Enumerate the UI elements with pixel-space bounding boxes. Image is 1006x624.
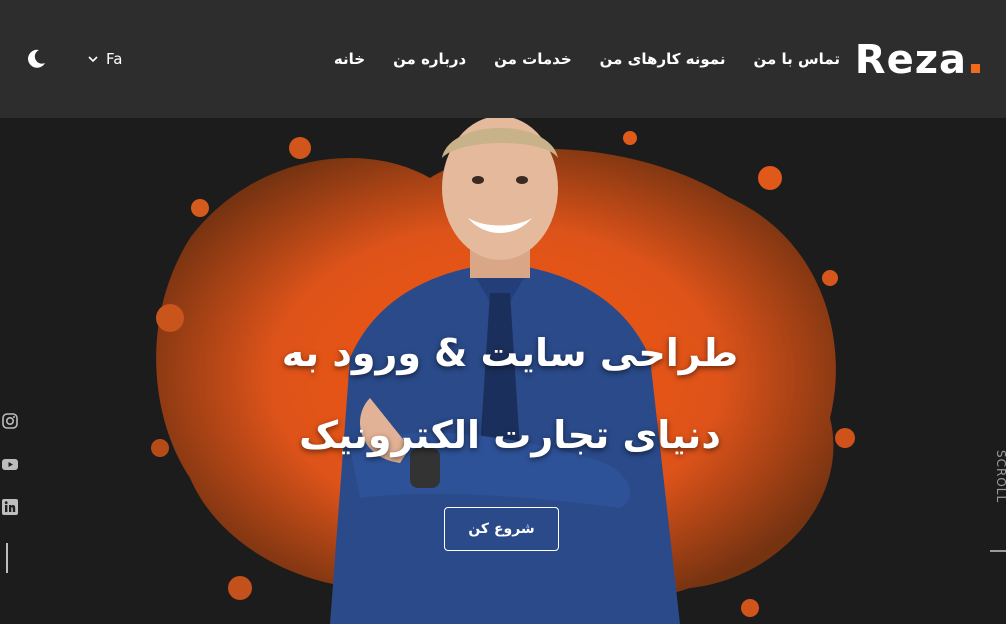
start-button[interactable]: شروع کن bbox=[444, 507, 559, 551]
main-nav: خانه درباره من خدمات من نمونه کارهای من … bbox=[334, 46, 840, 72]
site-header: Reza خانه درباره من خدمات من نمونه کارها… bbox=[0, 0, 1006, 118]
chevron-down-icon bbox=[88, 56, 98, 63]
hero-headline-line2: دنیای تجارت الکترونیک bbox=[299, 413, 721, 457]
logo[interactable]: Reza bbox=[855, 36, 980, 84]
hero-headline-line1: طراحی سایت & ورود به bbox=[281, 331, 739, 375]
nav-services[interactable]: خدمات من bbox=[494, 46, 571, 72]
language-label: Fa bbox=[106, 50, 123, 68]
language-selector[interactable]: Fa bbox=[88, 46, 122, 72]
logo-text: Reza bbox=[854, 37, 967, 83]
scroll-label: SCROLL bbox=[994, 450, 1006, 504]
logo-accent-dot bbox=[971, 64, 980, 73]
hero-section: طراحی سایت & ورود به دنیای تجارت الکترون… bbox=[0, 118, 1006, 624]
social-divider-line bbox=[6, 543, 8, 573]
instagram-icon[interactable] bbox=[2, 413, 18, 429]
nav-portfolio[interactable]: نمونه کارهای من bbox=[600, 46, 726, 72]
scroll-indicator-line bbox=[990, 550, 1006, 552]
youtube-icon[interactable] bbox=[2, 456, 18, 472]
linkedin-icon[interactable] bbox=[2, 499, 18, 515]
nav-about[interactable]: درباره من bbox=[393, 46, 466, 72]
nav-contact[interactable]: تماس با من bbox=[753, 46, 840, 72]
nav-home[interactable]: خانه bbox=[334, 46, 365, 72]
moon-icon[interactable] bbox=[25, 48, 47, 70]
